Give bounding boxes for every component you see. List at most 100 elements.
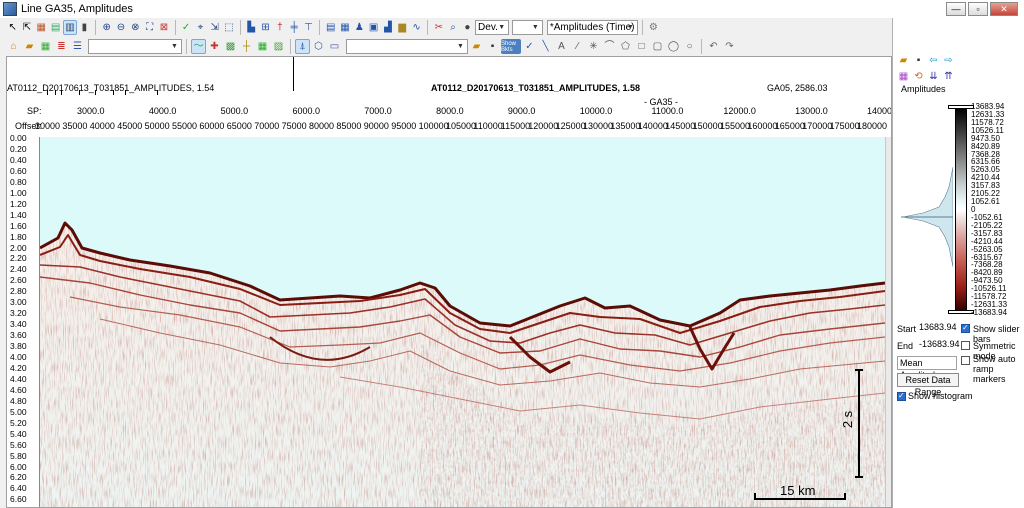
- vertical-cursor-icon[interactable]: †: [273, 20, 286, 35]
- table-icon[interactable]: ▤: [49, 20, 62, 35]
- waveform-icon[interactable]: ∿: [410, 20, 423, 35]
- bar-chart-icon[interactable]: ▟: [381, 20, 394, 35]
- check-icon[interactable]: ✓: [179, 20, 192, 35]
- close-button[interactable]: ✕: [990, 2, 1018, 16]
- show-histogram-checkbox[interactable]: [897, 391, 906, 401]
- end-input[interactable]: -13683.94: [917, 338, 960, 352]
- offset-tick-label: 160000: [747, 121, 778, 131]
- bars-icon[interactable]: ▥: [63, 20, 77, 35]
- refresh-icon[interactable]: ⟲: [912, 70, 925, 83]
- matrix-icon[interactable]: ▦: [338, 20, 351, 35]
- arrow-up-icon[interactable]: ⇈: [942, 70, 955, 83]
- fault-icon[interactable]: ┼: [239, 39, 254, 54]
- settings-icon[interactable]: ⚙: [647, 20, 660, 35]
- auto-ramp-checkbox[interactable]: [961, 356, 970, 365]
- redo-icon[interactable]: ↷: [722, 39, 737, 54]
- show-bkts-button[interactable]: Show Bkts: [501, 39, 521, 54]
- ellipse-icon[interactable]: ◯: [666, 39, 681, 54]
- chart-icon[interactable]: ▙: [245, 20, 258, 35]
- mode-select[interactable]: Mean Amplitude: [897, 356, 957, 380]
- arrow-right-icon[interactable]: ⇨: [942, 54, 955, 67]
- symmetric-mode-checkbox[interactable]: [961, 341, 970, 350]
- separator: [174, 20, 176, 35]
- offset-tick-label: 55000: [172, 121, 198, 131]
- person-icon[interactable]: ♟: [353, 20, 366, 35]
- vertical-scrollbar[interactable]: [885, 137, 891, 507]
- arrow-left-icon[interactable]: ⇦: [927, 54, 940, 67]
- histogram-icon[interactable]: ▆: [396, 20, 409, 35]
- save-icon[interactable]: ▪: [485, 39, 500, 54]
- chevron-down-icon: ▼: [531, 24, 539, 31]
- separator: [319, 20, 321, 35]
- star-icon[interactable]: ✳: [586, 39, 601, 54]
- rectangle-icon[interactable]: □: [634, 39, 649, 54]
- freeform-icon[interactable]: ⌒: [602, 39, 617, 54]
- tools-icon[interactable]: ✂: [432, 20, 445, 35]
- open-icon[interactable]: ⌂: [6, 39, 21, 54]
- layers-icon[interactable]: ≣: [54, 39, 69, 54]
- text-icon[interactable]: A: [554, 39, 569, 54]
- start-input[interactable]: 13683.94: [917, 321, 957, 335]
- folder-icon[interactable]: ▰: [22, 39, 37, 54]
- folder-open-icon[interactable]: ▰: [897, 54, 910, 67]
- check-icon[interactable]: ✓: [522, 39, 537, 54]
- folder-open-icon[interactable]: ▰: [469, 39, 484, 54]
- save-icon[interactable]: ▪: [912, 54, 925, 67]
- offset-tick-label: 135000: [610, 121, 641, 131]
- pointer-icon[interactable]: ↖: [6, 20, 19, 35]
- reset-data-range-button[interactable]: Reset Data Range: [897, 373, 959, 397]
- time-tick-label: 5.60: [10, 439, 27, 450]
- zoom-fit-icon[interactable]: ⛶: [143, 20, 156, 35]
- arrow-down-icon[interactable]: ⇊: [927, 70, 940, 83]
- lasso-icon[interactable]: ⬚: [222, 20, 235, 35]
- zoom-reset-icon[interactable]: ⊠: [157, 20, 170, 35]
- image-icon[interactable]: ▭: [327, 39, 342, 54]
- polygon-icon[interactable]: ⬡: [311, 39, 326, 54]
- horizon-pick-icon[interactable]: ✚: [207, 39, 222, 54]
- grid-icon[interactable]: ▦: [35, 20, 48, 35]
- palette-grid-icon[interactable]: ▦: [897, 70, 910, 83]
- pointer-alt-icon[interactable]: ⇱: [20, 20, 33, 35]
- zoom-box-icon[interactable]: ⊗: [129, 20, 142, 35]
- list-view-icon[interactable]: ☰: [70, 39, 85, 54]
- circle-icon[interactable]: ○: [682, 39, 697, 54]
- marker-icon[interactable]: ⊤: [302, 20, 315, 35]
- surface-icon[interactable]: ▨: [271, 39, 286, 54]
- dev-select[interactable]: ▼: [512, 20, 543, 35]
- offset-tick-label: 115000: [500, 121, 531, 131]
- grid-pick-icon[interactable]: ▦: [255, 39, 270, 54]
- table-grid-icon[interactable]: ▦: [38, 39, 53, 54]
- amplitude-select[interactable]: *Amplitudes (Time) ▼: [546, 20, 638, 35]
- maximize-button[interactable]: ▫: [968, 2, 988, 16]
- dev-combo[interactable]: Dev. ▼: [475, 20, 510, 35]
- color-ramp[interactable]: [955, 107, 967, 312]
- palette-icon[interactable]: ▮: [78, 20, 91, 35]
- horizon-icon[interactable]: 〜: [191, 39, 206, 54]
- square-icon[interactable]: ▢: [650, 39, 665, 54]
- well-icon[interactable]: ⍋: [295, 39, 310, 54]
- list-icon[interactable]: ▤: [324, 20, 337, 35]
- pick-icon[interactable]: ⌖: [194, 20, 207, 35]
- split-icon[interactable]: ⊞: [259, 20, 272, 35]
- frame-icon[interactable]: ▣: [367, 20, 380, 35]
- sp-tick-label: 3000.0: [77, 106, 105, 116]
- separator: [641, 20, 643, 35]
- zoom-out-icon[interactable]: ⊖: [114, 20, 127, 35]
- zoom-in-icon[interactable]: ⊕: [100, 20, 113, 35]
- separator: [427, 20, 429, 35]
- line-icon[interactable]: ∕: [570, 39, 585, 54]
- polygon-shape-icon[interactable]: ⬠: [618, 39, 633, 54]
- horizon-select[interactable]: ▼: [346, 39, 468, 54]
- pen-icon[interactable]: ╲: [538, 39, 553, 54]
- horizon-map-icon[interactable]: ▩: [223, 39, 238, 54]
- layer-select[interactable]: ▼: [88, 39, 182, 54]
- minimize-button[interactable]: —: [946, 2, 966, 16]
- horizontal-cursor-icon[interactable]: ╪: [288, 20, 301, 35]
- show-slider-bars-checkbox[interactable]: [961, 323, 970, 333]
- undo-icon[interactable]: ↶: [706, 39, 721, 54]
- seismic-section[interactable]: [40, 137, 885, 507]
- diagnostic-icon[interactable]: ●: [461, 20, 474, 35]
- pin-icon[interactable]: ⌕: [446, 20, 459, 35]
- select-icon[interactable]: ⇲: [208, 20, 221, 35]
- window-controls: — ▫ ✕: [946, 2, 1018, 16]
